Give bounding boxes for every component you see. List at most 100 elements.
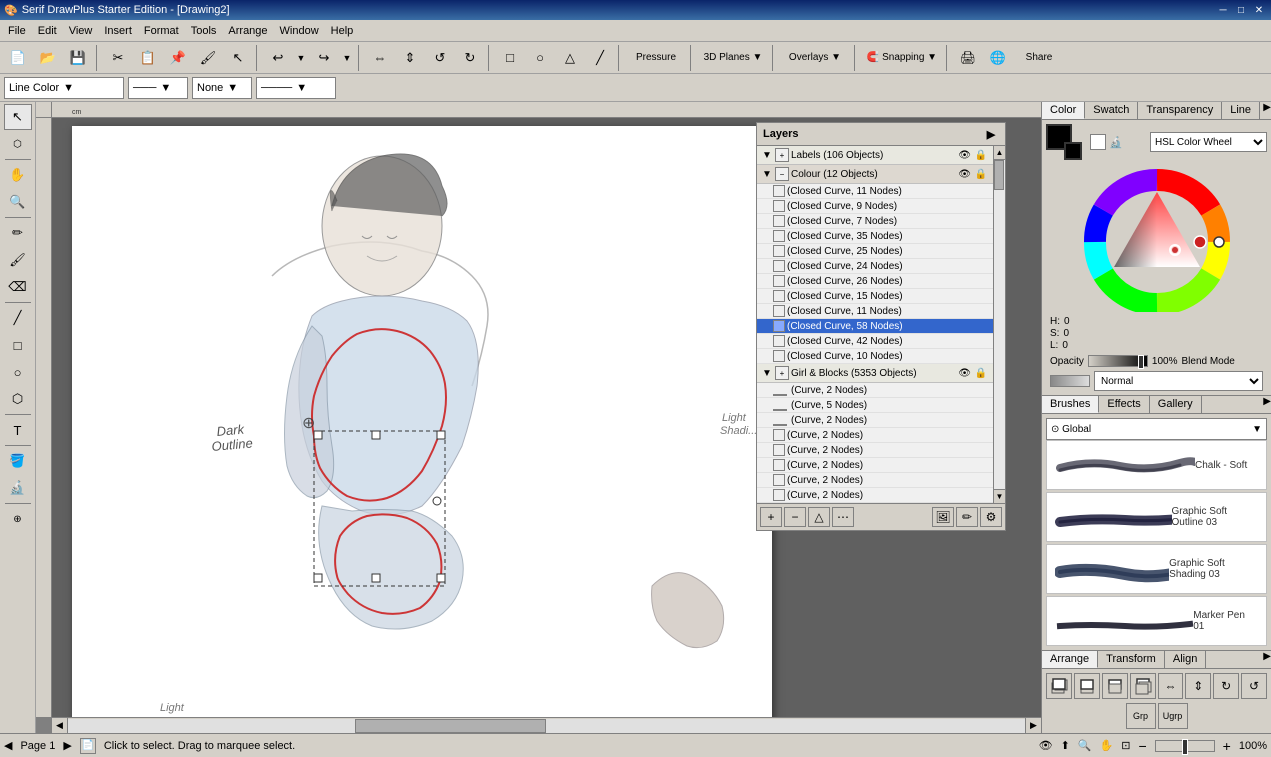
tab-align[interactable]: Align bbox=[1165, 651, 1206, 668]
tab-transparency[interactable]: Transparency bbox=[1138, 102, 1222, 119]
brush-tool[interactable]: 🖌 bbox=[4, 247, 32, 273]
fit-page-button[interactable]: ⊡ bbox=[1121, 739, 1130, 752]
zoom-slider[interactable] bbox=[1155, 740, 1215, 752]
layer-item[interactable]: (Curve, 2 Nodes) bbox=[757, 473, 993, 488]
color-wheel-type-select[interactable]: HSL Color Wheel RGB Color Wheel CMYK bbox=[1150, 132, 1267, 152]
bring-to-front-button[interactable] bbox=[1046, 673, 1072, 699]
ungroup-button[interactable]: Ugrp bbox=[1158, 703, 1188, 729]
blend-tool[interactable]: ⊕ bbox=[4, 506, 32, 532]
swap-colors-icon[interactable] bbox=[1126, 134, 1142, 150]
layer-item[interactable]: (Closed Curve, 42 Nodes) bbox=[757, 334, 993, 349]
send-to-back-button[interactable] bbox=[1130, 673, 1156, 699]
menu-tools[interactable]: Tools bbox=[185, 23, 223, 39]
eyedropper-tool[interactable]: 🔬 bbox=[4, 475, 32, 501]
zoom-out-button[interactable]: − bbox=[1138, 738, 1146, 754]
tab-arrange[interactable]: Arrange bbox=[1042, 651, 1098, 668]
new-button[interactable]: 📄 bbox=[4, 45, 32, 71]
brush-item-marker[interactable]: Marker Pen 01 bbox=[1046, 596, 1267, 646]
scroll-track[interactable] bbox=[68, 719, 1025, 733]
layer-item[interactable]: (Closed Curve, 10 Nodes) bbox=[757, 349, 993, 364]
cut-button[interactable]: ✂ bbox=[104, 45, 132, 71]
layer-visibility-icon[interactable]: 👁 bbox=[958, 150, 971, 161]
layer-group-expand[interactable]: ▼ bbox=[761, 150, 773, 161]
brush-item-graphic-shading[interactable]: Graphic Soft Shading 03 bbox=[1046, 544, 1267, 594]
layer-item[interactable]: (Curve, 2 Nodes) bbox=[757, 458, 993, 473]
layers-scrollbar[interactable]: ▲ ▼ bbox=[993, 146, 1005, 503]
layer-item[interactable]: (Closed Curve, 9 Nodes) bbox=[757, 199, 993, 214]
square-button[interactable]: □ bbox=[496, 45, 524, 71]
layer-edit-button[interactable]: ✏ bbox=[956, 507, 978, 527]
opacity-handle[interactable] bbox=[1138, 355, 1144, 369]
brush-item-chalk[interactable]: Chalk - Soft bbox=[1046, 440, 1267, 490]
zoom-in-button[interactable]: + bbox=[1223, 738, 1231, 754]
export-button[interactable]: ⬆ bbox=[1061, 739, 1070, 752]
layers-scroll-down[interactable]: ▼ bbox=[994, 489, 1005, 503]
snapping-button[interactable]: 🧲 Snapping ▼ bbox=[862, 45, 942, 71]
line-color-dropdown[interactable]: Line Color ▼ bbox=[4, 77, 124, 99]
visibility-toggle[interactable]: 👁 bbox=[1039, 739, 1053, 752]
web-button[interactable]: 🌐 bbox=[984, 45, 1012, 71]
layer-item[interactable]: (Closed Curve, 26 Nodes) bbox=[757, 274, 993, 289]
line-button[interactable]: ╱ bbox=[586, 45, 614, 71]
scroll-thumb[interactable] bbox=[355, 719, 546, 733]
layer-group-girlblocks[interactable]: ▼ + Girl & Blocks (5353 Objects) 👁 🔒 bbox=[757, 364, 993, 383]
layer-item[interactable]: (Closed Curve, 15 Nodes) bbox=[757, 289, 993, 304]
opacity-slider[interactable] bbox=[1088, 355, 1148, 367]
open-button[interactable]: 📂 bbox=[34, 45, 62, 71]
layer-girlblocks-expand[interactable]: ▼ bbox=[761, 368, 773, 379]
layer-colour-visibility[interactable]: 👁 bbox=[958, 169, 971, 180]
minimize-button[interactable]: ─ bbox=[1215, 3, 1231, 17]
tab-brushes[interactable]: Brushes bbox=[1042, 396, 1099, 413]
scroll-right-button[interactable]: ▶ bbox=[1025, 718, 1041, 734]
polygon-tool[interactable]: ⬡ bbox=[4, 386, 32, 412]
layers-expand-button[interactable]: ▶ bbox=[983, 126, 999, 142]
layer-item[interactable]: (Closed Curve, 7 Nodes) bbox=[757, 214, 993, 229]
ellipse-tool[interactable]: ○ bbox=[4, 359, 32, 385]
tab-gallery[interactable]: Gallery bbox=[1150, 396, 1202, 413]
nav-next-page[interactable]: ▶ bbox=[63, 739, 71, 752]
brush-item-graphic-outline[interactable]: Graphic Soft Outline 03 bbox=[1046, 492, 1267, 542]
close-button[interactable]: ✕ bbox=[1251, 3, 1267, 17]
line-tool[interactable]: ╱ bbox=[4, 305, 32, 331]
color-panel-expand[interactable]: ▶ bbox=[1263, 102, 1271, 119]
window-controls[interactable]: ─ □ ✕ bbox=[1215, 3, 1267, 17]
layer-group-labels[interactable]: ▼ + Labels (106 Objects) 👁 🔒 bbox=[757, 146, 993, 165]
solid-color-icon[interactable] bbox=[1090, 134, 1106, 150]
menu-window[interactable]: Window bbox=[274, 23, 325, 39]
color-wheel-area[interactable] bbox=[1057, 164, 1257, 314]
layers-scroll-up[interactable]: ▲ bbox=[994, 146, 1005, 160]
layer-item-selected[interactable]: (Closed Curve, 58 Nodes) bbox=[757, 319, 993, 334]
layer-colour-lock[interactable]: 🔒 bbox=[973, 169, 989, 180]
line-style-dropdown[interactable]: ─── ▼ bbox=[128, 77, 188, 99]
bring-forward-button[interactable] bbox=[1074, 673, 1100, 699]
tab-transform[interactable]: Transform bbox=[1098, 651, 1165, 668]
flip-v-button[interactable]: ⇕ bbox=[396, 45, 424, 71]
zoom-thumb[interactable] bbox=[1182, 739, 1188, 755]
eraser-tool[interactable]: ⌫ bbox=[4, 274, 32, 300]
tab-effects[interactable]: Effects bbox=[1099, 396, 1149, 413]
zoom-tool[interactable]: 🔍 bbox=[4, 189, 32, 215]
eyedropper-icon[interactable]: 🔬 bbox=[1108, 134, 1124, 150]
layer-item[interactable]: (Curve, 2 Nodes) bbox=[757, 413, 993, 428]
add-page-button[interactable]: 📄 bbox=[80, 738, 96, 754]
node-tool[interactable]: ⬡ bbox=[4, 131, 32, 157]
menu-arrange[interactable]: Arrange bbox=[222, 23, 273, 39]
pointer-tool-button[interactable]: ↖ bbox=[224, 45, 252, 71]
layer-item[interactable]: (Closed Curve, 11 Nodes) bbox=[757, 184, 993, 199]
fill-tool[interactable]: 🪣 bbox=[4, 448, 32, 474]
text-tool[interactable]: T bbox=[4, 417, 32, 443]
layer-group-colour[interactable]: ▼ − Colour (12 Objects) 👁 🔒 bbox=[757, 165, 993, 184]
none-dropdown[interactable]: None ▼ bbox=[192, 77, 252, 99]
send-backward-button[interactable] bbox=[1102, 673, 1128, 699]
pan-status-button[interactable]: ✋ bbox=[1100, 739, 1114, 752]
layer-lock-icon[interactable]: 🔒 bbox=[973, 150, 989, 161]
tab-swatch[interactable]: Swatch bbox=[1085, 102, 1138, 119]
copy-button[interactable]: 📋 bbox=[134, 45, 162, 71]
layer-item[interactable]: (Closed Curve, 35 Nodes) bbox=[757, 229, 993, 244]
flip-h-arrange-button[interactable]: ⇔ bbox=[1158, 673, 1184, 699]
save-button[interactable]: 💾 bbox=[64, 45, 92, 71]
layer-girlblocks-lock[interactable]: 🔒 bbox=[973, 368, 989, 379]
line-width-dropdown[interactable]: ──── ▼ bbox=[256, 77, 336, 99]
remove-layer-button[interactable]: − bbox=[784, 507, 806, 527]
layer-options-button[interactable]: ⋯ bbox=[832, 507, 854, 527]
